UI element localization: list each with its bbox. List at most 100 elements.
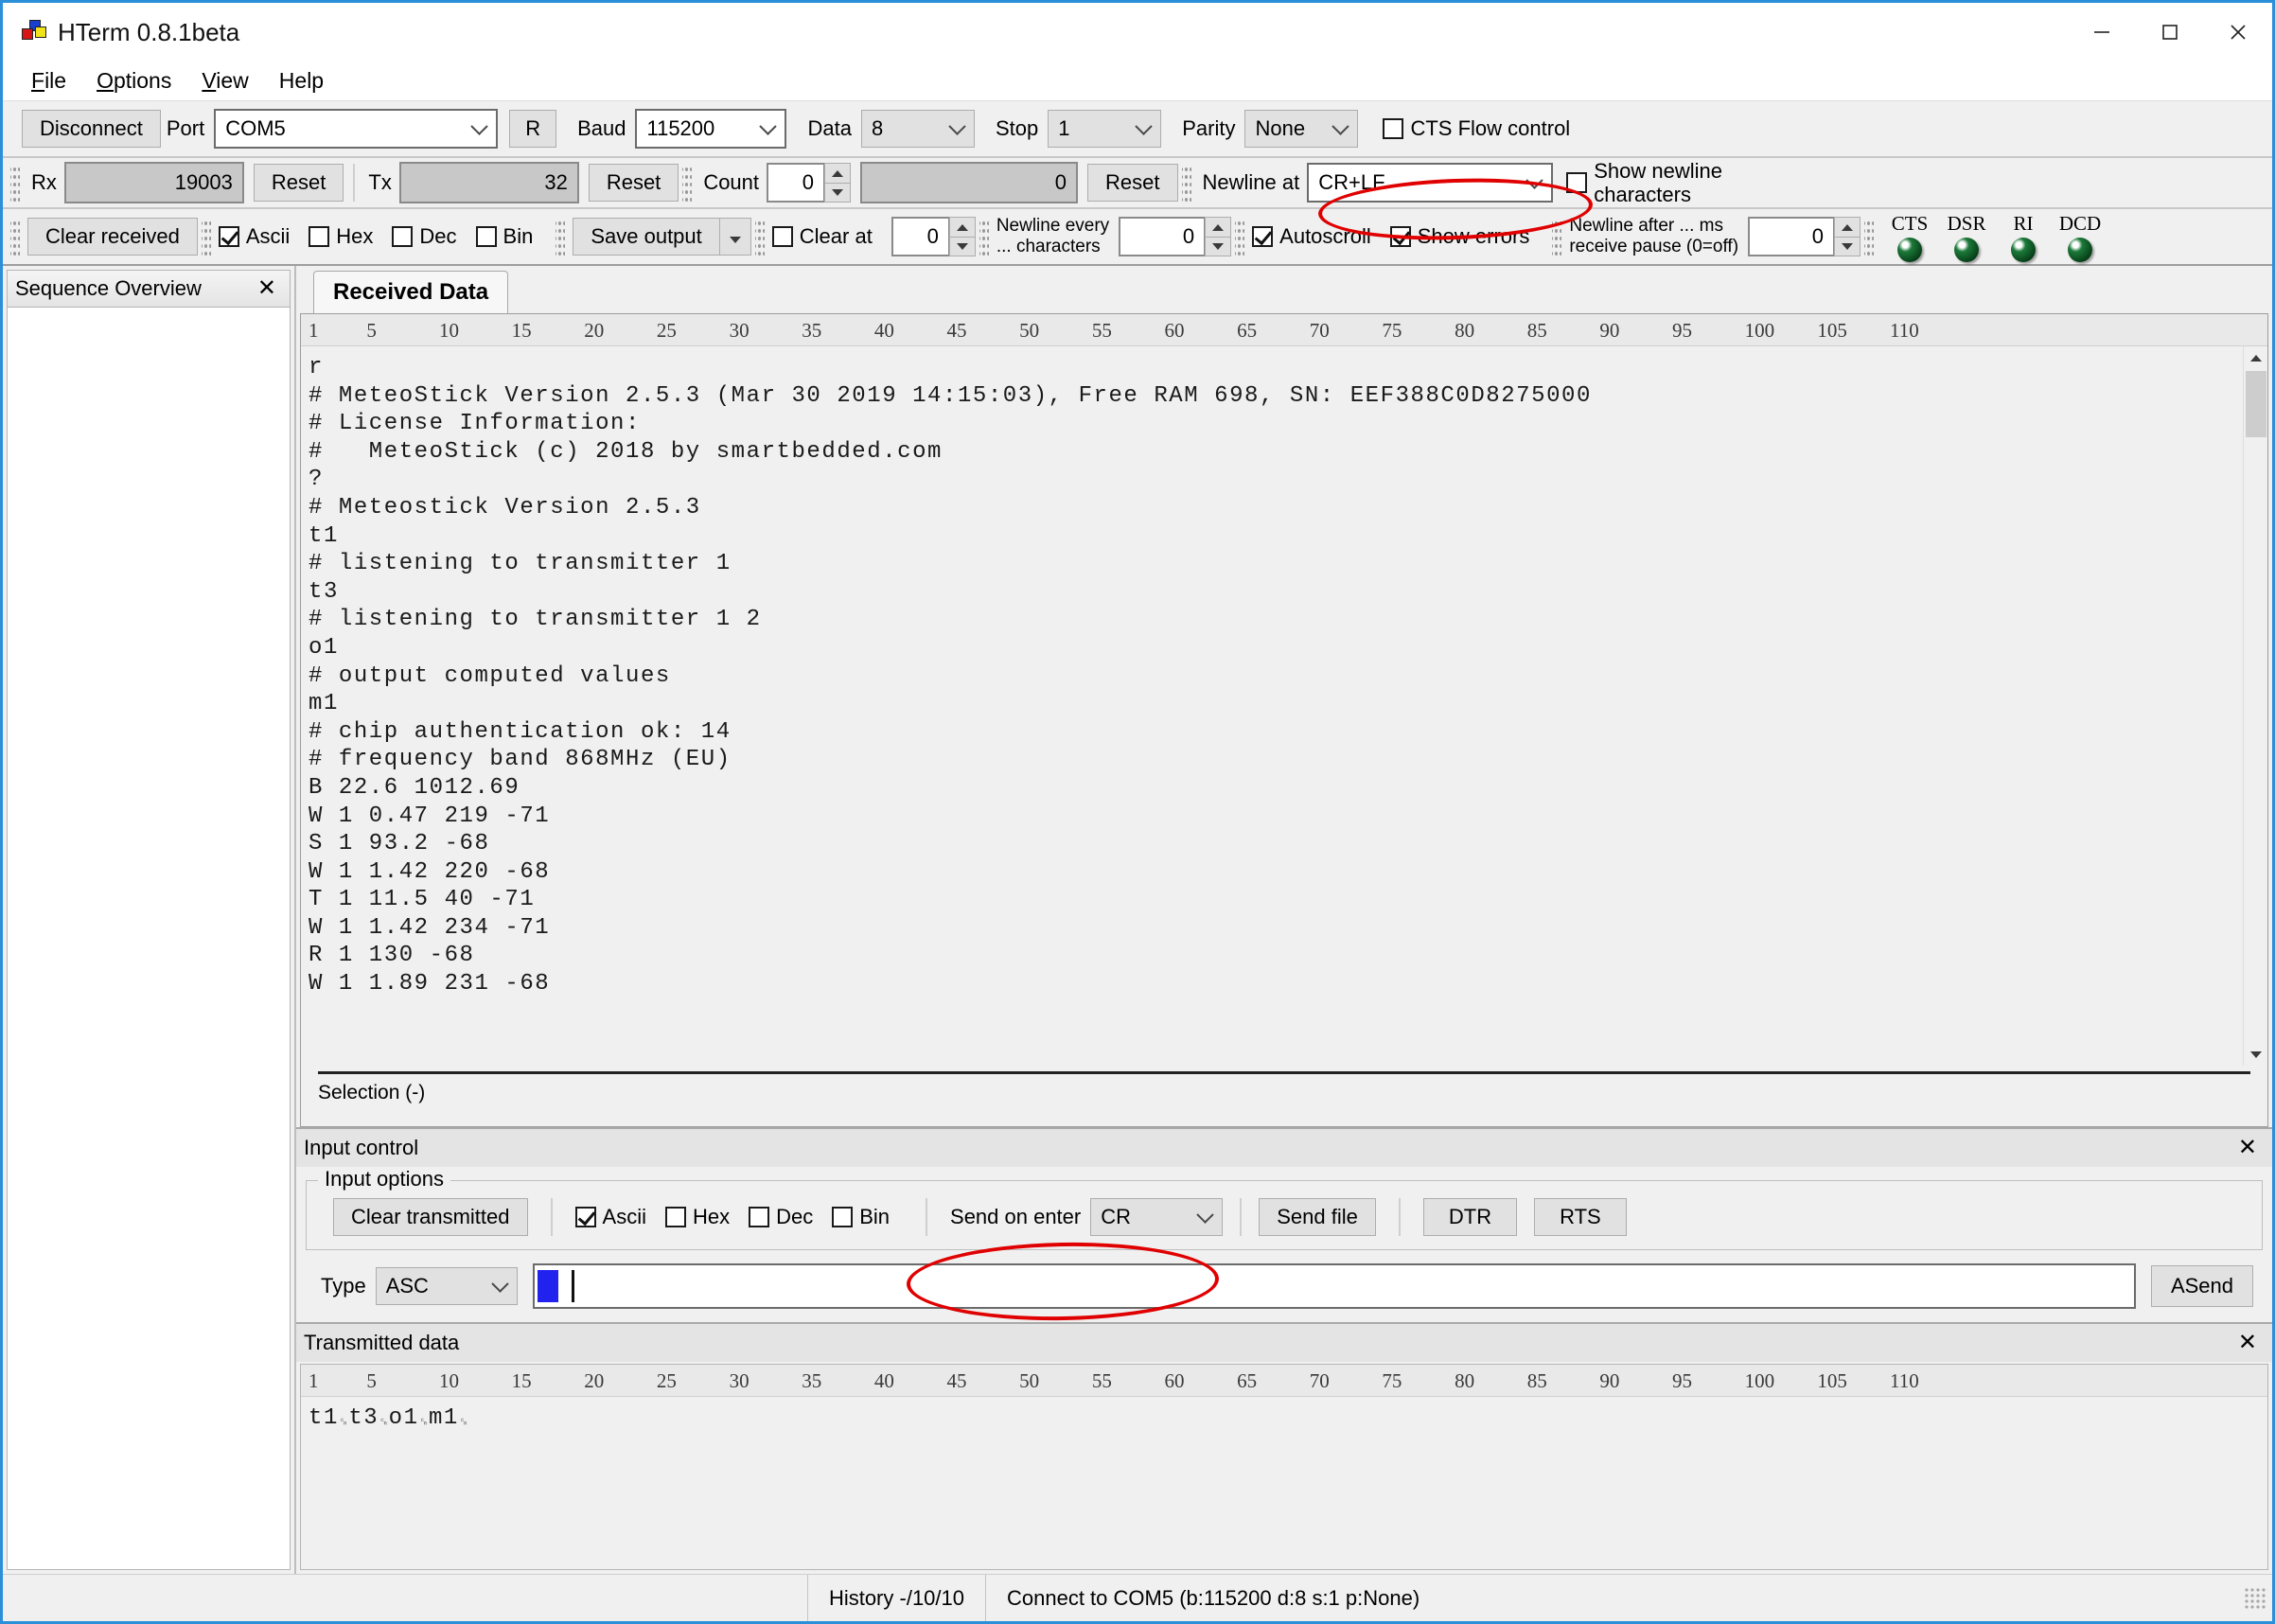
toolbar-grip[interactable] (682, 164, 692, 202)
type-select[interactable]: ASC (376, 1267, 518, 1305)
stop-bits-select[interactable]: 1 (1048, 110, 1161, 148)
newline-after-ms-label: Newline after ... ms receive pause (0=of… (1569, 216, 1738, 257)
cts-flow-control-checkbox[interactable]: CTS Flow control (1383, 116, 1570, 141)
scroll-up-icon[interactable] (2245, 346, 2267, 369)
toolbar-grip[interactable] (755, 218, 765, 256)
autoscroll-checkbox[interactable]: Autoscroll (1252, 224, 1371, 249)
show-errors-checkbox[interactable]: Show errors (1390, 224, 1530, 249)
tx-reset-button[interactable]: Reset (589, 164, 679, 202)
show-newline-characters-checkbox[interactable]: Show newline characters (1566, 159, 1732, 207)
toolbar-grip[interactable] (10, 164, 20, 202)
ruler-tick: 45 (947, 319, 967, 343)
send-input[interactable] (533, 1263, 2136, 1309)
rescan-ports-button[interactable]: R (509, 110, 556, 148)
newline-every-input[interactable]: 0 (1119, 217, 1206, 256)
menu-item-view[interactable]: View (186, 64, 263, 97)
menu-item-file[interactable]: File (16, 64, 81, 97)
label-line-2: receive pause (0=off) (1569, 237, 1738, 256)
stepper-down[interactable] (949, 237, 976, 256)
toolbar-grip[interactable] (1864, 218, 1874, 256)
stepper-down[interactable] (1205, 237, 1231, 256)
newline-at-select[interactable]: CR+LF (1307, 163, 1553, 203)
menu-item-options[interactable]: Options (81, 64, 186, 97)
count-reset-button[interactable]: Reset (1087, 164, 1177, 202)
menu-label-view-rest: iew (216, 68, 249, 93)
toolbar-grip[interactable] (1552, 218, 1561, 256)
ruler-tick: 25 (657, 1369, 677, 1393)
toolbar-grip[interactable] (202, 218, 211, 256)
newline-every-stepper[interactable] (1205, 217, 1231, 256)
led-indicator-icon (1897, 238, 1922, 262)
scroll-down-icon[interactable] (2245, 1043, 2267, 1066)
led-cts: CTS (1881, 212, 1938, 262)
clear-transmitted-button[interactable]: Clear transmitted (333, 1198, 528, 1236)
save-output-button[interactable]: Save output (573, 218, 719, 256)
received-format-ascii-checkbox[interactable]: Ascii (219, 224, 290, 249)
stepper-up[interactable] (824, 163, 851, 183)
stepper-up[interactable] (1205, 217, 1231, 237)
rts-button[interactable]: RTS (1534, 1198, 1627, 1236)
stepper-down[interactable] (1834, 237, 1861, 256)
clear-received-button[interactable]: Clear received (27, 218, 198, 256)
port-select[interactable]: COM5 (214, 109, 498, 149)
newline-at-label: Newline at (1203, 170, 1300, 195)
toolbar-grip[interactable] (979, 218, 989, 256)
clear-at-checkbox[interactable]: Clear at (772, 224, 873, 249)
scrollbar-thumb[interactable] (2246, 371, 2266, 437)
received-terminal-wrap: r # MeteoStick Version 2.5.3 (Mar 30 201… (301, 346, 2267, 1066)
dtr-button[interactable]: DTR (1423, 1198, 1517, 1236)
tab-received-data[interactable]: Received Data (313, 271, 508, 313)
save-output-dropdown-button[interactable] (720, 218, 751, 256)
received-scrollbar[interactable] (2243, 346, 2267, 1066)
count-stepper[interactable] (824, 163, 851, 203)
type-value: ASC (386, 1274, 429, 1298)
toolbar-grip[interactable] (10, 218, 20, 256)
received-format-dec-checkbox[interactable]: Dec (392, 224, 456, 249)
data-bits-select[interactable]: 8 (861, 110, 975, 148)
toolbar-grip[interactable] (1182, 164, 1191, 202)
stepper-up[interactable] (1834, 217, 1861, 237)
count-input[interactable]: 0 (767, 163, 825, 203)
menu-bar: File Options View Help (3, 62, 2272, 101)
input-format-hex-checkbox[interactable]: Hex (665, 1205, 730, 1229)
minimize-icon[interactable] (2068, 3, 2136, 62)
window-title: HTerm 0.8.1beta (58, 18, 239, 47)
type-label: Type (321, 1274, 366, 1298)
received-format-bin-checkbox[interactable]: Bin (476, 224, 534, 249)
toolbar-grip[interactable] (556, 218, 565, 256)
input-format-ascii-checkbox[interactable]: Ascii (575, 1205, 646, 1229)
close-icon[interactable]: ✕ (2232, 1332, 2263, 1354)
transmitted-terminal[interactable]: t1␍t3␍o1␍m1␍ (301, 1397, 2267, 1569)
disconnect-button[interactable]: Disconnect (22, 110, 161, 148)
newline-after-ms-stepper[interactable] (1834, 217, 1861, 256)
stepper-down[interactable] (824, 183, 851, 203)
send-on-enter-select[interactable]: CR (1090, 1198, 1223, 1236)
ruler-tick: 95 (1672, 1369, 1692, 1393)
maximize-icon[interactable] (2136, 3, 2204, 62)
stepper-up[interactable] (949, 217, 976, 237)
input-format-bin-checkbox[interactable]: Bin (832, 1205, 890, 1229)
toolbar-grip[interactable] (1235, 218, 1244, 256)
received-terminal[interactable]: r # MeteoStick Version 2.5.3 (Mar 30 201… (301, 346, 2243, 1066)
sequence-overview-list[interactable] (7, 308, 291, 1570)
parity-select[interactable]: None (1244, 110, 1358, 148)
menu-item-help[interactable]: Help (264, 64, 339, 97)
close-icon[interactable]: ✕ (252, 277, 282, 300)
input-format-dec-checkbox[interactable]: Dec (749, 1205, 813, 1229)
close-icon[interactable] (2204, 3, 2272, 62)
close-icon[interactable]: ✕ (2232, 1137, 2263, 1159)
received-format-hex-checkbox[interactable]: Hex (309, 224, 373, 249)
clear-at-input[interactable]: 0 (891, 217, 950, 256)
newline-after-ms-input[interactable]: 0 (1748, 217, 1835, 256)
resize-grip-icon[interactable] (2244, 1587, 2266, 1610)
send-file-button[interactable]: Send file (1259, 1198, 1376, 1236)
asend-button[interactable]: ASend (2151, 1265, 2253, 1307)
ruler-tick: 105 (1817, 1369, 1847, 1393)
baud-select[interactable]: 115200 (635, 109, 786, 149)
clear-at-stepper[interactable] (949, 217, 976, 256)
ruler-tick: 30 (730, 319, 750, 343)
rx-reset-button[interactable]: Reset (254, 164, 344, 202)
status-bar: History -/10/10 Connect to COM5 (b:11520… (3, 1574, 2272, 1621)
chevron-down-icon (473, 124, 486, 132)
scrollbar-track[interactable] (2246, 437, 2266, 1043)
